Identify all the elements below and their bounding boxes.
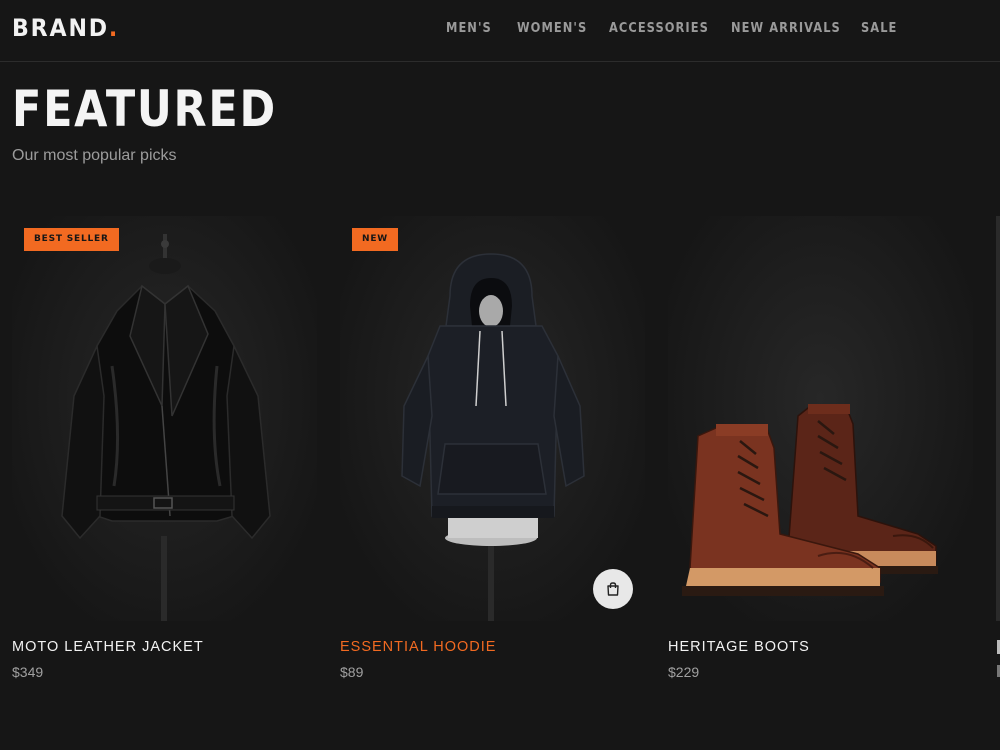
nav-link-accessories[interactable]: ACCESSORIES <box>609 21 716 36</box>
site-header: BRAND. MEN'S WOMEN'S ACCESSORIES NEW ARR… <box>0 0 1000 62</box>
brand-name: BRAND <box>12 14 109 42</box>
product-name[interactable]: MOTO LEATHER JACKET <box>12 639 317 655</box>
product-name[interactable]: HERITAGE BOOTS <box>668 639 973 655</box>
product-card-jacket[interactable]: BEST SELLER MOTO LEATHER JACKET $349 <box>12 216 317 680</box>
product-price: $89 <box>340 664 364 680</box>
brand-dot: . <box>108 14 120 42</box>
nav-link-sale[interactable]: SALE <box>861 21 896 36</box>
add-to-cart-button[interactable] <box>593 569 633 609</box>
badge-new: NEW <box>352 228 399 251</box>
product-price: $349 <box>12 664 44 680</box>
page-title: FEATURED <box>12 80 277 138</box>
leather-jacket-image <box>61 234 271 621</box>
product-image-jacket[interactable]: BEST SELLER <box>12 216 317 621</box>
nav-link-mens[interactable]: MEN'S <box>446 21 508 36</box>
page-subtitle: Our most popular picks <box>12 147 177 164</box>
hoodie-image <box>401 253 585 621</box>
main-nav: MEN'S WOMEN'S ACCESSORIES NEW ARRIVALS S… <box>446 21 901 36</box>
product-image-hoodie[interactable]: NEW <box>340 216 645 621</box>
product-card-partial[interactable] <box>996 216 1000 621</box>
product-price: $229 <box>668 664 700 680</box>
product-card-boots[interactable]: HERITAGE BOOTS $229 <box>668 216 973 680</box>
badge-best-seller: BEST SELLER <box>24 228 119 251</box>
nav-link-new-arrivals[interactable]: NEW ARRIVALS <box>731 21 845 36</box>
shopping-bag-icon <box>607 582 619 596</box>
product-name[interactable]: ESSENTIAL HOODIE <box>340 639 645 655</box>
product-image-boots[interactable] <box>668 216 973 621</box>
nav-link-womens[interactable]: WOMEN'S <box>517 21 598 36</box>
brand-logo[interactable]: BRAND. <box>12 14 119 42</box>
boots-image <box>682 404 938 596</box>
product-card-hoodie[interactable]: NEW ESSENTIAL HOODIE $89 <box>340 216 645 680</box>
